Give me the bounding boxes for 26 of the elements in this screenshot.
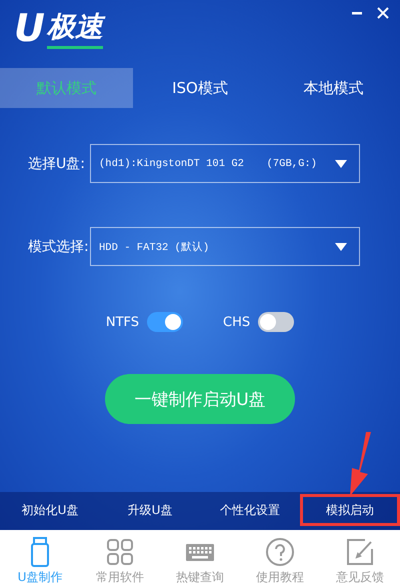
help-icon (265, 537, 295, 567)
edit-icon (345, 537, 375, 567)
caret-icon (335, 242, 347, 250)
logo: U极速 (14, 6, 103, 50)
nav-item[interactable]: 意见反馈 (320, 530, 400, 586)
nav-item[interactable]: 使用教程 (240, 530, 320, 586)
field-label: 模式选择: (28, 238, 90, 256)
mode-tab[interactable]: ISO模式 (133, 68, 267, 108)
caret-icon (335, 160, 347, 168)
tool-link[interactable]: 个性化设置 (200, 494, 300, 526)
mode-tab[interactable]: 本地模式 (266, 68, 400, 108)
nav-item[interactable]: 常用软件 (80, 530, 160, 586)
toggle-label: NTFS (106, 314, 140, 330)
close-icon (377, 7, 389, 19)
toggle-switch[interactable] (147, 312, 184, 332)
tool-link[interactable]: 初始化U盘 (0, 494, 100, 526)
toggle-label: CHS (223, 314, 250, 330)
dropdown-field[interactable]: HDD - FAT32 (默认) (90, 227, 360, 266)
toggle-switch[interactable] (258, 312, 294, 332)
tool-link[interactable]: 升级U盘 (100, 494, 200, 526)
apps-icon (105, 537, 135, 567)
dropdown-field[interactable]: (hd1):KingstonDT 101 G2 (7GB,G:) (90, 144, 360, 183)
tool-link[interactable]: 模拟启动 (300, 494, 400, 526)
field-label: 选择U盘: (28, 154, 86, 172)
nav-item[interactable]: U盘制作 (0, 530, 80, 586)
nav-item[interactable]: 热键查询 (160, 530, 240, 586)
